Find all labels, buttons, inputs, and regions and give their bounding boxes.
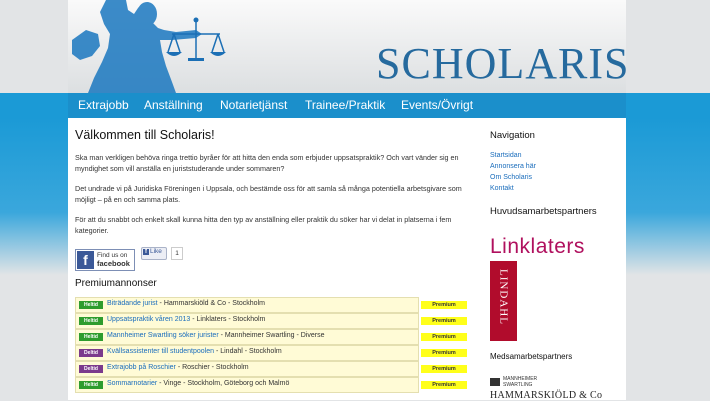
main-partners-heading: Huvudsamarbetspartners bbox=[490, 206, 597, 217]
ad-title[interactable]: Mannheimer Swartling söker jurister bbox=[107, 332, 219, 339]
facebook-like-icon: f bbox=[143, 249, 149, 255]
main-nav: Extrajobb Anställning Notarietjänst Trai… bbox=[68, 93, 626, 118]
ad-row: Heltid Mannheimer Swartling söker jurist… bbox=[75, 329, 467, 345]
ad-type-badge: Deltid bbox=[79, 349, 103, 357]
premium-badge: Premium bbox=[421, 333, 467, 341]
ad-link[interactable]: Biträdande jurist - Hammarskiöld & Co - … bbox=[107, 300, 265, 307]
facebook-icon: f bbox=[77, 251, 94, 269]
intro-paragraph-2: Det undrade vi på Juridiska Föreningen i… bbox=[75, 184, 462, 204]
ad-type-badge: Heltid bbox=[79, 301, 103, 309]
ad-row: Heltid Biträdande jurist - Hammarskiöld … bbox=[75, 297, 467, 313]
premium-badge: Premium bbox=[421, 317, 467, 325]
premium-badge: Premium bbox=[421, 301, 467, 309]
ad-type-badge: Deltid bbox=[79, 365, 103, 373]
ad-details: - Hammarskiöld & Co - Stockholm bbox=[157, 300, 265, 307]
mannheimer-swartling-logo[interactable]: MANNHEIMER SWARTLING bbox=[490, 376, 537, 388]
nav-item-trainee-praktik[interactable]: Trainee/Praktik bbox=[305, 98, 385, 112]
nav-item-anstallning[interactable]: Anställning bbox=[144, 98, 203, 112]
nav-item-extrajobb[interactable]: Extrajobb bbox=[78, 98, 129, 112]
ad-type-badge: Heltid bbox=[79, 333, 103, 341]
sidebar-link-om-scholaris[interactable]: Om Scholaris bbox=[490, 174, 532, 181]
ad-row: Deltid Extrajobb på Roschier - Roschier … bbox=[75, 361, 467, 377]
facebook-find-us-button[interactable]: f Find us on facebook bbox=[75, 249, 135, 271]
facebook-like-button[interactable]: f Like bbox=[141, 247, 167, 260]
site-logo-text[interactable]: SCHOLARIS bbox=[376, 38, 626, 89]
mannheimer-mark-icon bbox=[490, 378, 500, 386]
ad-row: Heltid Sommarnotarier - Vinge - Stockhol… bbox=[75, 377, 467, 393]
lindahl-logo-text: LINDAHL bbox=[497, 269, 510, 325]
intro-paragraph-3: För att du snabbt och enkelt skall kunna… bbox=[75, 215, 452, 235]
nav-item-events-ovrigt[interactable]: Events/Övrigt bbox=[401, 98, 473, 112]
page-wrapper: SCHOLARIS Extrajobb Anställning Notariet… bbox=[68, 0, 626, 401]
content-area: Välkommen till Scholaris! Ska man verkli… bbox=[68, 118, 626, 401]
mannheimer-logo-text: MANNHEIMER SWARTLING bbox=[503, 376, 538, 388]
ad-link[interactable]: Mannheimer Swartling söker jurister - Ma… bbox=[107, 332, 324, 339]
ad-title[interactable]: Uppsatspraktik våren 2013 bbox=[107, 316, 190, 323]
sidebar-nav-heading: Navigation bbox=[490, 130, 535, 141]
ad-type-badge: Heltid bbox=[79, 381, 103, 389]
justitia-statue-logo bbox=[72, 0, 226, 93]
ad-details: - Lindahl - Stockholm bbox=[214, 348, 282, 355]
nav-item-notarietjanst[interactable]: Notarietjänst bbox=[220, 98, 287, 112]
ad-title[interactable]: Extrajobb på Roschier bbox=[107, 364, 176, 371]
sidebar-link-kontakt[interactable]: Kontakt bbox=[490, 185, 514, 192]
page-title: Välkommen till Scholaris! bbox=[75, 128, 215, 142]
sidebar-link-annonsera[interactable]: Annonsera här bbox=[490, 163, 536, 170]
ad-link[interactable]: Sommarnotarier - Vinge - Stockholm, Göte… bbox=[107, 380, 289, 387]
ad-type-badge: Heltid bbox=[79, 317, 103, 325]
ad-link[interactable]: Kvällsassistenter till studentpoolen - L… bbox=[107, 348, 282, 355]
facebook-like-count: 1 bbox=[171, 247, 183, 260]
premium-badge: Premium bbox=[421, 365, 467, 373]
facebook-find-line2: facebook bbox=[97, 259, 130, 268]
facebook-find-line1: Find us on bbox=[97, 252, 128, 259]
ad-details: - Vinge - Stockholm, Göteborg och Malmö bbox=[157, 380, 290, 387]
sidebar-link-startsidan[interactable]: Startsidan bbox=[490, 152, 522, 159]
ad-link[interactable]: Extrajobb på Roschier - Roschier - Stock… bbox=[107, 364, 249, 371]
facebook-like-label: Like bbox=[150, 248, 162, 255]
linklaters-logo[interactable]: Linklaters bbox=[490, 235, 585, 259]
ad-details: - Linklaters - Stockholm bbox=[190, 316, 266, 323]
site-header: SCHOLARIS bbox=[68, 0, 626, 93]
hammarskiold-logo[interactable]: HAMMARSKIÖLD & Co bbox=[490, 390, 602, 401]
ad-row: Deltid Kvällsassistenter till studentpoo… bbox=[75, 345, 467, 361]
premium-heading: Premiumannonser bbox=[75, 278, 157, 289]
intro-paragraph-1: Ska man verkligen behöva ringa trettio b… bbox=[75, 153, 459, 173]
ad-title[interactable]: Biträdande jurist bbox=[107, 300, 158, 307]
lindahl-logo[interactable]: LINDAHL bbox=[490, 261, 517, 341]
ad-title[interactable]: Sommarnotarier bbox=[107, 380, 157, 387]
ad-title[interactable]: Kvällsassistenter till studentpoolen bbox=[107, 348, 214, 355]
ad-row: Heltid Uppsatspraktik våren 2013 - Linkl… bbox=[75, 313, 467, 329]
partners-heading: Medsamarbetspartners bbox=[490, 352, 573, 361]
ad-link[interactable]: Uppsatspraktik våren 2013 - Linklaters -… bbox=[107, 316, 265, 323]
ad-details: - Roschier - Stockholm bbox=[175, 364, 249, 371]
premium-badge: Premium bbox=[421, 349, 467, 357]
premium-badge: Premium bbox=[421, 381, 467, 389]
ad-details: - Mannheimer Swartling - Diverse bbox=[218, 332, 325, 339]
